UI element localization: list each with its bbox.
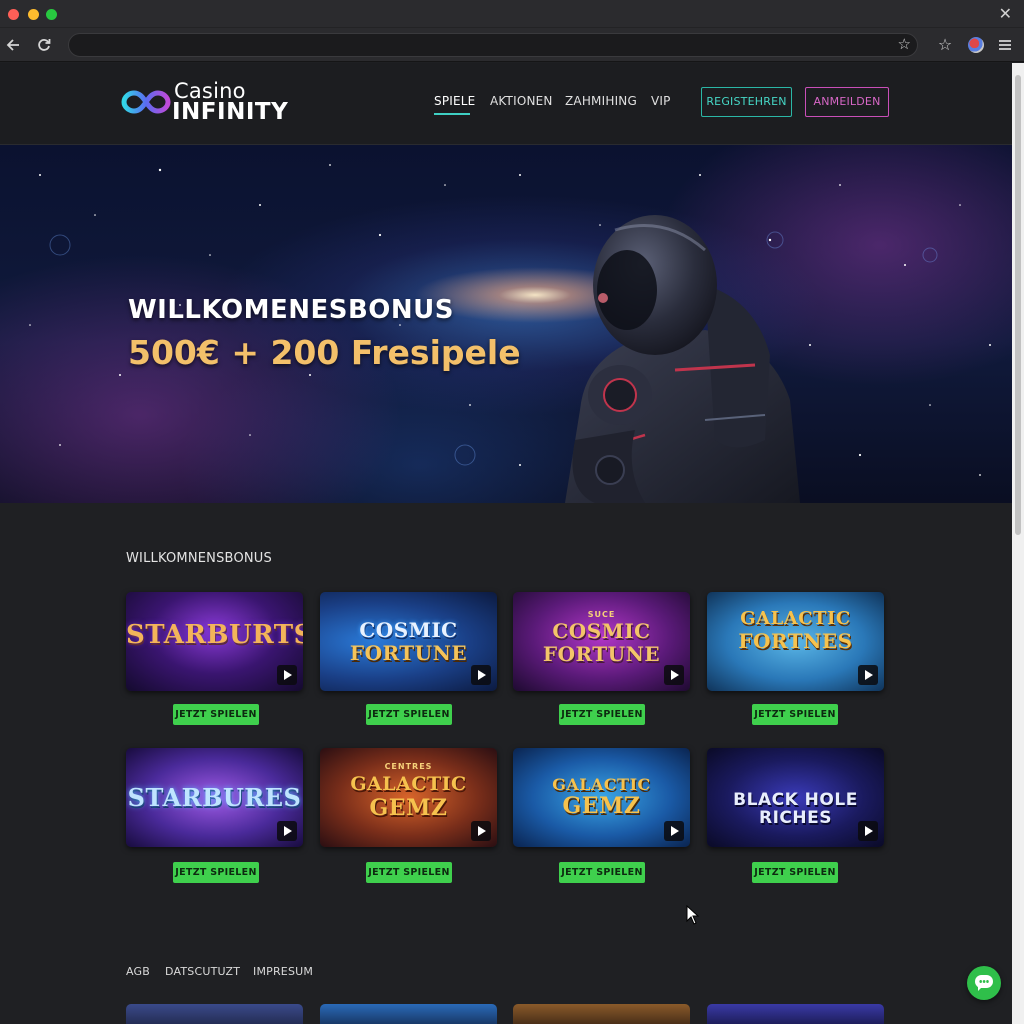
game-tile-starburts[interactable]: STARBURTS <box>126 592 303 691</box>
game-title-line: STARBURTS <box>126 620 303 650</box>
hero-title: WILLKOMENESBONUS <box>128 295 454 325</box>
play-now-button[interactable]: JETZT SPIELEN <box>752 704 838 725</box>
game-title-line: GALACTIC <box>740 608 851 629</box>
infinity-logo-icon <box>121 90 171 114</box>
browser-toolbar: ☆ ☆ <box>0 28 1024 62</box>
site-header: Casino INFINITY SPIELE AKTIONEN ZAHMIHIN… <box>0 63 1012 145</box>
game-tile-peek[interactable] <box>126 1004 303 1024</box>
game-tile-peek[interactable] <box>320 1004 497 1024</box>
game-tile-galactic-gemz-2[interactable]: GALACTIC GEMZ <box>513 748 690 847</box>
address-bar[interactable]: ☆ <box>68 33 918 57</box>
footer-link-datenschutz[interactable]: DATSCUTUZT <box>165 965 240 978</box>
play-icon[interactable] <box>277 665 297 685</box>
live-chat-button[interactable] <box>967 966 1001 1000</box>
hamburger-menu-icon[interactable] <box>994 34 1016 56</box>
window-maximize-dot[interactable] <box>46 9 57 20</box>
game-title-line: FORTNES <box>738 629 853 653</box>
game-title-line: GEMZ <box>562 793 641 819</box>
game-tile-black-hole-riches[interactable]: BLACK HOLE RICHES <box>707 748 884 847</box>
play-now-button[interactable]: JETZT SPIELEN <box>559 704 645 725</box>
play-now-button[interactable]: JETZT SPIELEN <box>559 862 645 883</box>
nav-spiele[interactable]: SPIELE <box>434 94 475 108</box>
register-button[interactable]: REGISTEHREN <box>701 87 792 117</box>
game-title-line: STARBURES <box>127 783 302 812</box>
game-tile-peek[interactable] <box>513 1004 690 1024</box>
casino-infinity-logo[interactable]: Casino INFINITY <box>120 79 290 125</box>
game-tile-cosmic-fortune[interactable]: COSMIC FORTUNE <box>320 592 497 691</box>
astronaut-illustration <box>565 215 800 503</box>
profile-avatar-icon[interactable] <box>968 37 984 53</box>
game-title-line: GALACTIC <box>350 773 467 795</box>
scrollbar-thumb[interactable] <box>1015 75 1021 535</box>
game-title-line: COSMIC <box>359 618 458 642</box>
play-icon[interactable] <box>277 821 297 841</box>
page-scrollbar[interactable] <box>1012 63 1024 1024</box>
login-button[interactable]: ANMEILDEN <box>805 87 889 117</box>
game-title-line: FORTUNE <box>349 641 468 665</box>
game-kicker: CENTRES <box>384 762 433 771</box>
casino-page: Casino INFINITY SPIELE AKTIONEN ZAHMIHIN… <box>0 63 1012 1024</box>
section-title: WILLKOMNENSBONUS <box>126 551 272 566</box>
footer-link-impressum[interactable]: IMPRESUM <box>253 965 313 978</box>
nav-vip[interactable]: VIP <box>651 94 671 108</box>
play-icon[interactable] <box>858 821 878 841</box>
nav-zahmihing[interactable]: ZAHMIHING <box>565 94 637 108</box>
star-icon[interactable]: ☆ <box>898 35 911 53</box>
game-tile-cosmic-fortune-2[interactable]: SUCE COSMIC FORTUNE <box>513 592 690 691</box>
play-icon[interactable] <box>858 665 878 685</box>
game-title-line: GEMZ <box>369 795 448 821</box>
reload-icon[interactable] <box>33 34 55 56</box>
play-now-button[interactable]: JETZT SPIELEN <box>366 704 452 725</box>
hero-bonus-amount: 500€ + 200 Fresipele <box>128 333 521 372</box>
game-title-line: BLACK HOLE <box>733 790 858 810</box>
game-title-line: FORTUNE <box>542 642 661 666</box>
game-title-line: COSMIC <box>552 619 651 643</box>
hero-banner[interactable]: WILLKOMENESBONUS 500€ + 200 Fresipele <box>0 145 1012 503</box>
game-tile-galactic-gemz[interactable]: CENTRES GALACTIC GEMZ <box>320 748 497 847</box>
nav-active-indicator <box>434 113 470 115</box>
play-icon[interactable] <box>664 665 684 685</box>
play-now-button[interactable]: JETZT SPIELEN <box>173 862 259 883</box>
play-icon[interactable] <box>471 821 491 841</box>
logo-text-infinity: INFINITY <box>172 99 289 125</box>
window-close-dot[interactable] <box>8 9 19 20</box>
bookmarks-star-icon[interactable]: ☆ <box>934 34 956 56</box>
arrow-left-icon[interactable] <box>3 34 25 56</box>
window-titlebar: ✕ <box>0 0 1024 28</box>
play-icon[interactable] <box>471 665 491 685</box>
chat-dots-icon <box>979 980 989 983</box>
game-tile-starbures[interactable]: STARBURES <box>126 748 303 847</box>
play-icon[interactable] <box>664 821 684 841</box>
game-tile-galactic-fortnes[interactable]: GALACTIC FORTNES <box>707 592 884 691</box>
close-icon[interactable]: ✕ <box>999 4 1012 23</box>
game-kicker: SUCE <box>587 610 616 619</box>
game-tile-peek[interactable] <box>707 1004 884 1024</box>
play-now-button[interactable]: JETZT SPIELEN <box>752 862 838 883</box>
play-now-button[interactable]: JETZT SPIELEN <box>366 862 452 883</box>
nav-aktionen[interactable]: AKTIONEN <box>490 94 553 108</box>
game-title-line: GALACTIC <box>552 775 651 794</box>
mouse-cursor-icon <box>686 905 700 925</box>
window-minimize-dot[interactable] <box>28 9 39 20</box>
play-now-button[interactable]: JETZT SPIELEN <box>173 704 259 725</box>
footer-link-agb[interactable]: AGB <box>126 965 150 978</box>
